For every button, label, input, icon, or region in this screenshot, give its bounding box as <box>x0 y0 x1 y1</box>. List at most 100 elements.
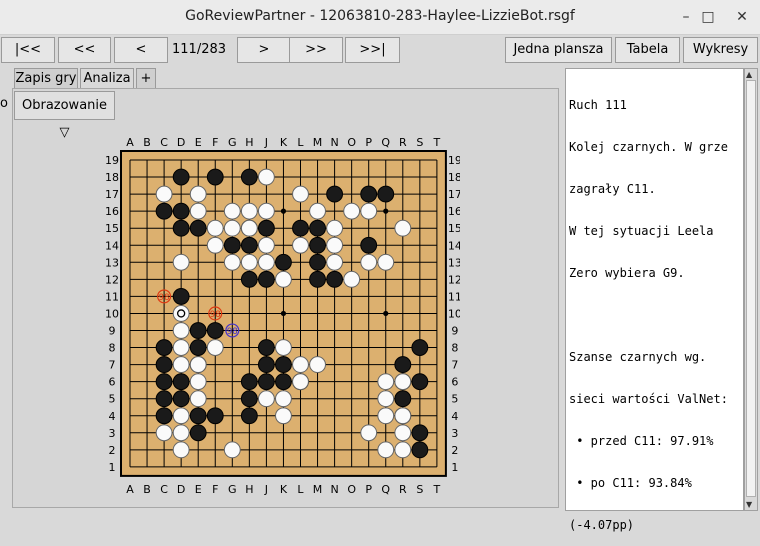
row-label: 16 <box>448 205 460 218</box>
black-stone <box>189 322 207 339</box>
column-label: H <box>245 483 253 496</box>
column-label: O <box>347 483 356 496</box>
forward-10-button[interactable]: >> <box>289 37 343 63</box>
black-stone <box>257 270 275 288</box>
add-tab-button[interactable]: + <box>136 68 156 88</box>
black-stone <box>172 390 190 408</box>
maximize-icon[interactable]: □ <box>699 8 717 26</box>
white-stone <box>343 202 361 220</box>
column-label: L <box>297 136 304 149</box>
black-stone <box>155 407 173 425</box>
column-label: R <box>399 483 407 496</box>
info-line: Ruch 111 <box>569 98 627 112</box>
row-label: 9 <box>109 325 116 338</box>
candidate-move-label: 98 <box>227 327 238 337</box>
white-stone <box>275 339 292 356</box>
black-stone <box>257 339 275 356</box>
white-stone <box>360 202 378 220</box>
black-stone <box>275 253 292 271</box>
column-label: C <box>160 136 168 149</box>
row-label: 14 <box>448 239 460 252</box>
column-label: R <box>399 136 407 149</box>
white-stone <box>394 407 412 425</box>
column-label: J <box>264 136 268 149</box>
column-label: E <box>195 483 202 496</box>
white-stone <box>223 219 241 237</box>
row-label: 10 <box>448 307 460 320</box>
prev-move-button[interactable]: < <box>114 37 168 63</box>
row-label: 7 <box>109 359 116 372</box>
first-move-button[interactable]: |<< <box>1 37 55 63</box>
white-stone <box>326 253 344 271</box>
column-label: A <box>126 136 134 149</box>
minimize-icon[interactable]: – <box>677 8 695 26</box>
info-line: W tej sytuacji Leela <box>569 224 714 238</box>
column-label: B <box>143 136 151 149</box>
black-stone <box>240 390 258 408</box>
black-stone <box>155 373 173 391</box>
row-label: 12 <box>448 273 460 286</box>
next-move-button[interactable]: > <box>237 37 291 63</box>
column-label: N <box>330 136 338 149</box>
scrollbar-thumb[interactable] <box>746 80 756 497</box>
scroll-up-icon[interactable]: ▲ <box>746 70 752 79</box>
table-button[interactable]: Tabela <box>615 37 680 63</box>
white-stone <box>206 236 224 254</box>
column-label: O <box>347 136 356 149</box>
black-stone <box>172 373 190 391</box>
candidate-move-label: 98 <box>210 310 221 320</box>
row-label: 17 <box>448 188 460 201</box>
info-line: • przed C11: 97.91% <box>569 434 714 448</box>
back-10-button[interactable]: << <box>58 37 111 63</box>
row-label: 13 <box>448 256 460 269</box>
white-stone <box>206 339 224 356</box>
display-menu-button[interactable]: Obrazowanie ▽ <box>14 91 115 140</box>
tab-game-record[interactable]: Zapis gry <box>14 68 78 88</box>
star-point <box>280 208 287 214</box>
black-stone <box>411 441 429 459</box>
title-bar: GoReviewPartner - 12063810-283-Haylee-Li… <box>0 0 760 35</box>
white-stone <box>172 322 190 339</box>
column-label: J <box>264 483 268 496</box>
white-stone <box>189 356 207 374</box>
white-stone <box>240 219 258 237</box>
column-label: D <box>177 483 185 496</box>
column-label: G <box>228 136 237 149</box>
white-stone <box>377 441 395 459</box>
black-stone <box>189 424 207 442</box>
one-board-button[interactable]: Jedna plansza <box>505 37 612 63</box>
close-icon[interactable]: ✕ <box>733 8 751 26</box>
black-stone <box>309 219 326 237</box>
row-label: 6 <box>109 376 116 389</box>
row-label: 6 <box>451 376 458 389</box>
black-stone <box>223 236 241 254</box>
white-stone <box>309 202 326 220</box>
black-stone <box>240 373 258 391</box>
scroll-down-icon[interactable]: ▼ <box>746 500 752 509</box>
black-stone <box>275 373 292 391</box>
row-label: 7 <box>451 359 458 372</box>
edge-glyph: o <box>0 96 8 111</box>
move-counter: 111/283 <box>172 42 227 57</box>
black-stone <box>155 356 173 374</box>
white-stone <box>343 270 361 288</box>
black-stone <box>155 390 173 408</box>
row-label: 14 <box>105 239 119 252</box>
row-label: 19 <box>105 154 119 167</box>
white-stone <box>292 236 309 254</box>
go-board[interactable]: AABBCCDDEEFFGGHHJJKKLLMMNNOOPPQQRRSSTT19… <box>100 130 460 500</box>
info-line: Szanse czarnych wg. <box>569 350 707 364</box>
black-stone <box>377 185 395 203</box>
last-move-stone <box>172 305 190 322</box>
last-move-button[interactable]: >>| <box>345 37 400 63</box>
row-label: 3 <box>451 427 458 440</box>
move-info-text: Ruch 111 Kolej czarnych. W grze zagrały … <box>569 70 741 546</box>
black-stone <box>257 356 275 374</box>
row-label: 15 <box>105 222 119 235</box>
tab-analysis[interactable]: Analiza <box>80 68 134 88</box>
row-label: 17 <box>105 188 119 201</box>
column-label: K <box>280 483 288 496</box>
black-stone <box>240 236 258 254</box>
charts-button[interactable]: Wykresy <box>683 37 758 63</box>
column-label: P <box>365 136 372 149</box>
